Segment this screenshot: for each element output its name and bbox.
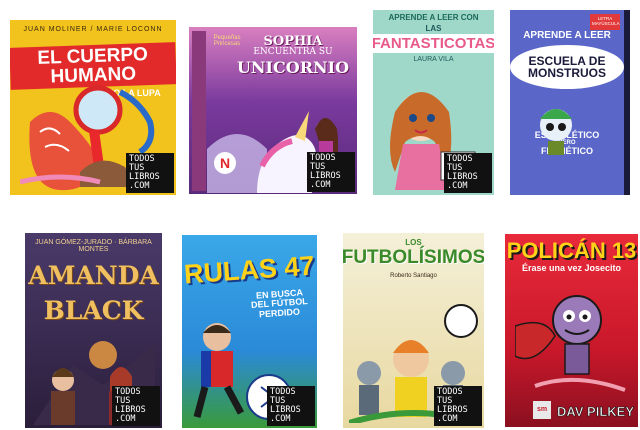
book-cover-polican-13[interactable]: POLICÁN 13 Érase una vez Josecito sm DAV… bbox=[505, 234, 638, 427]
book-title: FUTBOLÍSIMOS bbox=[343, 247, 484, 269]
todostuslibros-watermark: TODOS TUS LIBROS .COM bbox=[307, 152, 355, 192]
book-title: POLICÁN 13 bbox=[506, 238, 637, 263]
todostuslibros-watermark: TODOS TUS LIBROS .COM bbox=[444, 153, 492, 193]
book-cover-rulas-47[interactable]: RULAS 47 EN BUSCA DEL FÚTBOL PERDIDO TOD… bbox=[182, 235, 317, 428]
book-series-header: APRENDE A LEER CON bbox=[388, 13, 479, 22]
book-title-line3: UNICORNIO bbox=[236, 58, 350, 78]
book-authors: JUAN GÓMEZ-JURADO · BÁRBARA MONTES bbox=[35, 239, 152, 253]
book-subtitle: Érase una vez Josecito bbox=[521, 263, 622, 273]
netflix-badge-icon: N bbox=[214, 152, 236, 174]
book-author: LAURA VILA bbox=[413, 56, 454, 64]
book-brand: Pequeñas Princesas bbox=[213, 35, 241, 48]
book-spine bbox=[192, 31, 206, 191]
flying-creature-illustration bbox=[515, 295, 626, 392]
todostuslibros-watermark: TODOS TUS LIBROS .COM bbox=[267, 386, 315, 426]
book-author: Roberto Santiago bbox=[390, 273, 437, 280]
book-cover-el-cuerpo-humano[interactable]: JUAN MOLINER / MARIE LOCONN EL CUERPO HU… bbox=[10, 20, 176, 195]
letra-mayuscula-badge: LETRA MAYÚSCULA bbox=[590, 14, 620, 30]
todostuslibros-watermark: TODOS TUS LIBROS .COM bbox=[434, 386, 482, 426]
book-authors: JUAN MOLINER / MARIE LOCONN bbox=[23, 26, 163, 33]
book-series-header: APRENDE A LEER bbox=[523, 30, 611, 41]
book-author: DAV PILKEY bbox=[556, 404, 635, 420]
skeleton-character-illustration bbox=[540, 109, 572, 155]
todostuslibros-watermark: TODOS TUS LIBROS .COM bbox=[112, 386, 160, 426]
book-cover-sophia-unicornio[interactable]: Pequeñas Princesas SOPHIA ENCUENTRA SU U… bbox=[189, 27, 357, 194]
todostuslibros-watermark: TODOS TUS LIBROS .COM bbox=[126, 153, 174, 193]
book-title-line2: ENCUENTRA SU bbox=[253, 47, 333, 57]
book-title: ESCUELA DE MONSTRUOS bbox=[510, 45, 624, 89]
book-cover-amanda-black[interactable]: JUAN GÓMEZ-JURADO · BÁRBARA MONTES AMAND… bbox=[25, 233, 162, 428]
book-cover-los-futbolisimos[interactable]: LOS FUTBOLÍSIMOS Roberto Santiago TODOS T… bbox=[343, 233, 484, 428]
book-cover-grid: JUAN MOLINER / MARIE LOCONN EL CUERPO HU… bbox=[0, 0, 640, 430]
book-title-line1: AMANDA bbox=[28, 261, 159, 290]
book-title: FANTASTICOTAS bbox=[373, 34, 494, 54]
book-title: RULAS 47 bbox=[183, 250, 316, 290]
book-cover-escuela-de-monstruos[interactable]: LETRA MAYÚSCULA APRENDE A LEER ESCUELA D… bbox=[510, 10, 630, 195]
book-title-line2: BLACK bbox=[43, 296, 144, 325]
book-title-top: LAS bbox=[425, 24, 442, 33]
publisher-logo: sm bbox=[533, 401, 551, 419]
book-cover-las-fantasticotas[interactable]: APRENDE A LEER CON LAS FANTASTICOTAS LAU… bbox=[373, 10, 494, 195]
